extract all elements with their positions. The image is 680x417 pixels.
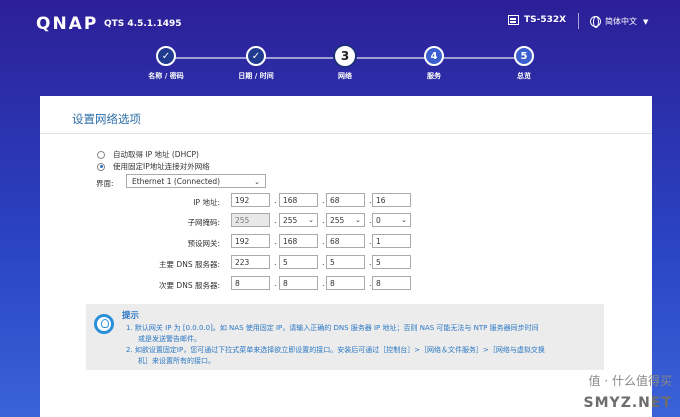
mask-octet-4: 0 bbox=[376, 215, 381, 225]
radio-button-selected[interactable] bbox=[97, 162, 105, 171]
network-settings-card: 设置网络选项 自动取得 IP 地址 (DHCP) 使用固定IP地址连接对外网络 … bbox=[40, 96, 652, 417]
octet-dot: . bbox=[322, 279, 325, 288]
ip-octet-3[interactable]: 68 bbox=[326, 193, 365, 207]
octet-dot: . bbox=[322, 258, 325, 267]
radio-static-ip[interactable]: 使用固定IP地址连接对外网络 bbox=[97, 161, 210, 172]
radio-dhcp[interactable]: 自动取得 IP 地址 (DHCP) bbox=[97, 149, 199, 160]
radio-static-label: 使用固定IP地址连接对外网络 bbox=[113, 162, 210, 171]
gateway-label: 预设网关: bbox=[187, 239, 220, 248]
mask-octet-3-select[interactable]: 255 ⌄ bbox=[326, 213, 365, 227]
chevron-down-icon: ⌄ bbox=[401, 216, 407, 224]
globe-icon bbox=[590, 16, 601, 28]
checkmark-icon: ✓ bbox=[246, 46, 266, 66]
octet-dot: . bbox=[322, 237, 325, 246]
gateway-octet-4[interactable]: 1 bbox=[372, 234, 411, 248]
step-label: 名称 / 密码 bbox=[148, 72, 184, 80]
watermark-subtitle: 值 · 什么值得买 bbox=[588, 374, 672, 388]
ip-octet-2[interactable]: 168 bbox=[279, 193, 318, 207]
step-2: ✓ 日期 / 时间 bbox=[216, 46, 296, 81]
dns1-octet-1[interactable]: 223 bbox=[231, 255, 270, 269]
step-4: 4 服务 bbox=[394, 46, 474, 81]
chevron-down-icon: ⌄ bbox=[355, 216, 361, 224]
step-number: 3 bbox=[333, 44, 357, 68]
tip-line-2: 2. 如欲设置固定IP，您可通过下拉式菜单来选择欲立即设置的接口。安装后可通过［… bbox=[126, 346, 545, 354]
dns2-octet-3[interactable]: 8 bbox=[326, 276, 365, 290]
mask-octet-2-select[interactable]: 255 ⌄ bbox=[279, 213, 318, 227]
step-label: 服务 bbox=[427, 72, 441, 80]
chevron-down-icon: ▼ bbox=[643, 17, 649, 26]
octet-dot: . bbox=[274, 237, 277, 246]
octet-dot: . bbox=[322, 196, 325, 205]
language-label: 简体中文 bbox=[605, 17, 637, 26]
dns1-octet-4[interactable]: 5 bbox=[372, 255, 411, 269]
lightbulb-icon bbox=[94, 314, 114, 334]
octet-dot: . bbox=[274, 258, 277, 267]
dns2-octet-2[interactable]: 8 bbox=[279, 276, 318, 290]
dns2-octet-4[interactable]: 8 bbox=[372, 276, 411, 290]
step-number: 4 bbox=[424, 46, 444, 66]
model-name: TS-532X bbox=[508, 15, 566, 25]
tip-line-1-cont: 或是发送警告邮件。 bbox=[138, 335, 201, 343]
tip-line-2-cont: 机］来设置所有的接口。 bbox=[138, 357, 215, 365]
dns2-octet-1[interactable]: 8 bbox=[231, 276, 270, 290]
subnet-mask-label: 子网掩码: bbox=[187, 218, 220, 227]
model-label: TS-532X bbox=[524, 15, 567, 25]
header-divider bbox=[578, 13, 579, 29]
tip-box: 提示 1. 默认网关 IP 为 [0.0.0.0]。如 NAS 使用固定 IP，… bbox=[86, 304, 604, 370]
interface-value: Ethernet 1 (Connected) bbox=[132, 176, 221, 186]
step-3: 3 网络 bbox=[305, 44, 385, 81]
octet-dot: . bbox=[274, 216, 277, 225]
checkmark-icon: ✓ bbox=[156, 46, 176, 66]
tip-line-1: 1. 默认网关 IP 为 [0.0.0.0]。如 NAS 使用固定 IP，请输入… bbox=[126, 324, 539, 332]
mask-octet-2: 255 bbox=[283, 215, 298, 225]
ip-octet-4[interactable]: 16 bbox=[372, 193, 411, 207]
step-label: 网络 bbox=[338, 72, 352, 80]
gateway-octet-2[interactable]: 168 bbox=[279, 234, 318, 248]
mask-octet-1: 255 bbox=[231, 213, 270, 227]
dns1-octet-2[interactable]: 5 bbox=[279, 255, 318, 269]
primary-dns-label: 主要 DNS 服务器: bbox=[159, 260, 220, 269]
step-number: 5 bbox=[514, 46, 534, 66]
step-1: ✓ 名称 / 密码 bbox=[126, 46, 206, 81]
step-label: 日期 / 时间 bbox=[238, 72, 274, 80]
mask-octet-3: 255 bbox=[330, 215, 345, 225]
gateway-octet-3[interactable]: 68 bbox=[326, 234, 365, 248]
gateway-octet-1[interactable]: 192 bbox=[231, 234, 270, 248]
octet-dot: . bbox=[322, 216, 325, 225]
watermark: SMYZ.NET bbox=[583, 395, 672, 411]
chevron-down-icon: ⌄ bbox=[308, 216, 314, 224]
octet-dot: . bbox=[274, 279, 277, 288]
page-title: 设置网络选项 bbox=[72, 112, 141, 126]
chevron-down-icon: ⌄ bbox=[254, 178, 260, 186]
qnap-logo: QNAP bbox=[36, 14, 99, 34]
language-selector[interactable]: 简体中文 ▼ bbox=[590, 16, 649, 28]
ip-address-label: IP 地址: bbox=[193, 198, 220, 207]
interface-label: 界面: bbox=[96, 179, 114, 188]
ip-octet-1[interactable]: 192 bbox=[231, 193, 270, 207]
radio-dhcp-label: 自动取得 IP 地址 (DHCP) bbox=[113, 150, 199, 159]
tip-title: 提示 bbox=[122, 311, 140, 321]
dns1-octet-3[interactable]: 5 bbox=[326, 255, 365, 269]
octet-dot: . bbox=[274, 196, 277, 205]
interface-select[interactable]: Ethernet 1 (Connected) ⌄ bbox=[126, 174, 266, 188]
firmware-version: QTS 4.5.1.1495 bbox=[104, 19, 182, 29]
title-divider bbox=[40, 133, 652, 134]
nas-device-icon bbox=[508, 15, 519, 25]
step-5: 5 总览 bbox=[484, 46, 564, 81]
step-label: 总览 bbox=[517, 72, 531, 80]
radio-button[interactable] bbox=[97, 150, 105, 159]
top-bar: QNAP QTS 4.5.1.1495 TS-532X 简体中文 ▼ bbox=[0, 0, 680, 44]
secondary-dns-label: 次要 DNS 服务器: bbox=[159, 281, 220, 290]
mask-octet-4-select[interactable]: 0 ⌄ bbox=[372, 213, 411, 227]
